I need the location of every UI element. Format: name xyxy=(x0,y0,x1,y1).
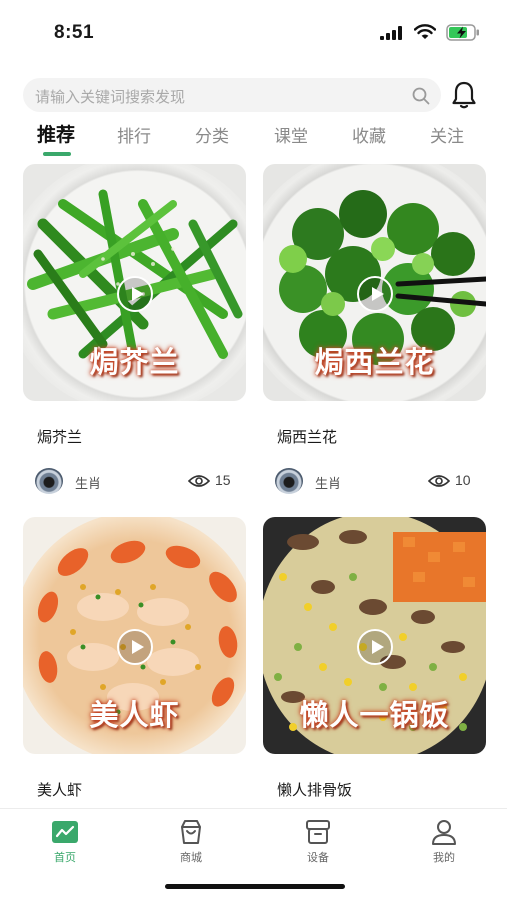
thumbnail-overlay-title: 焗西兰花 xyxy=(314,345,435,379)
shopping-bag-icon xyxy=(181,820,201,844)
person-icon xyxy=(432,820,456,845)
nav-profile[interactable]: 我的 xyxy=(414,819,474,865)
tab-recommend[interactable]: 推荐 xyxy=(37,120,75,147)
eye-icon xyxy=(428,475,450,487)
status-bar: 8:51 xyxy=(0,0,507,66)
tab-following[interactable]: 关注 xyxy=(430,122,464,147)
recipe-title[interactable]: 懒人排骨饭 xyxy=(277,779,352,800)
view-count: 10 xyxy=(455,472,471,488)
wifi-icon xyxy=(414,24,436,39)
device-box-icon xyxy=(306,820,330,844)
view-count: 15 xyxy=(215,472,231,488)
recipe-card[interactable]: 焗芥兰 焗芥兰 生肖 15 xyxy=(23,164,246,494)
recipe-meta: 生肖 15 xyxy=(35,468,235,494)
search-placeholder: 请输入关键词搜索发现 xyxy=(35,88,186,106)
avatar[interactable] xyxy=(275,468,303,494)
tab-category[interactable]: 分类 xyxy=(195,122,229,147)
nav-mall[interactable]: 商城 xyxy=(161,819,221,865)
nav-device-label: 设备 xyxy=(307,851,329,864)
author-name[interactable]: 生肖 xyxy=(75,473,101,492)
home-indicator xyxy=(165,884,345,889)
nav-home-label: 首页 xyxy=(54,851,76,864)
recipe-thumbnail[interactable]: 焗西兰花 xyxy=(263,164,486,401)
thumbnail-overlay-title: 美人虾 xyxy=(89,698,180,732)
search-input[interactable]: 请输入关键词搜索发现 xyxy=(23,78,441,112)
bell-icon[interactable] xyxy=(450,80,478,110)
recipe-card[interactable]: 美人虾 美人虾 xyxy=(23,517,246,799)
thumbnail-overlay-title: 焗芥兰 xyxy=(89,345,180,379)
recipe-card[interactable]: 懒人一锅饭 懒人排骨饭 xyxy=(263,517,486,799)
tab-ranking[interactable]: 排行 xyxy=(117,122,151,147)
nav-mall-label: 商城 xyxy=(180,851,202,864)
play-icon[interactable] xyxy=(117,276,153,312)
eye-icon xyxy=(188,475,210,487)
recipe-card[interactable]: 焗西兰花 焗西兰花 生肖 10 xyxy=(263,164,486,494)
recipe-title[interactable]: 焗西兰花 xyxy=(277,426,337,447)
nav-profile-label: 我的 xyxy=(433,851,455,864)
play-icon[interactable] xyxy=(357,629,393,665)
author-name[interactable]: 生肖 xyxy=(315,473,341,492)
nav-device[interactable]: 设备 xyxy=(288,819,348,865)
play-icon[interactable] xyxy=(117,629,153,665)
recipe-title[interactable]: 美人虾 xyxy=(37,779,82,800)
recipe-title[interactable]: 焗芥兰 xyxy=(37,426,82,447)
cellular-signal-icon xyxy=(380,26,402,40)
thumbnail-overlay-title: 懒人一锅饭 xyxy=(299,698,450,732)
recipe-meta: 生肖 10 xyxy=(275,468,475,494)
avatar[interactable] xyxy=(35,468,63,494)
recipe-thumbnail[interactable]: 焗芥兰 xyxy=(23,164,246,401)
recipe-thumbnail[interactable]: 美人虾 xyxy=(23,517,246,754)
tab-classroom[interactable]: 课堂 xyxy=(274,122,308,147)
play-icon[interactable] xyxy=(357,276,393,312)
active-tab-indicator xyxy=(43,152,71,156)
search-icon[interactable] xyxy=(411,86,431,106)
home-chart-icon xyxy=(52,821,78,843)
nav-home[interactable]: 首页 xyxy=(35,819,95,865)
tab-favorites[interactable]: 收藏 xyxy=(352,122,386,147)
status-time: 8:51 xyxy=(54,22,95,43)
search-row: 请输入关键词搜索发现 xyxy=(0,78,507,114)
battery-charging-icon xyxy=(446,24,479,41)
recipe-thumbnail[interactable]: 懒人一锅饭 xyxy=(263,517,486,754)
category-tabs: 推荐 排行 分类 课堂 收藏 关注 xyxy=(0,120,507,160)
